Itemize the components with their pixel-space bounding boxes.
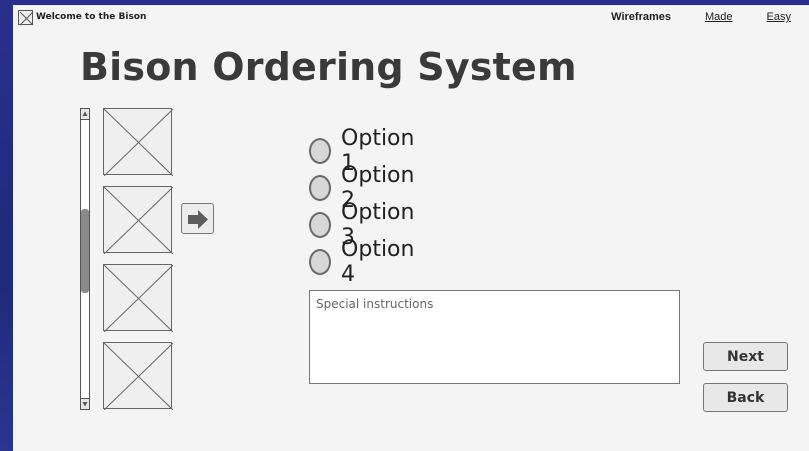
scroll-down-button[interactable] — [81, 398, 89, 409]
image-thumbnail[interactable] — [103, 342, 173, 410]
triangle-down-icon — [82, 402, 88, 407]
special-instructions-input[interactable]: Special instructions — [309, 290, 680, 384]
radio-option-2[interactable]: Option 2 — [309, 163, 418, 213]
image-thumbnail[interactable] — [103, 108, 173, 176]
radio-option-1[interactable]: Option 1 — [309, 126, 418, 176]
top-navigation: Wireframes Made Easy — [611, 11, 791, 23]
radio-button[interactable] — [309, 175, 332, 201]
image-thumbnail[interactable] — [103, 264, 173, 332]
image-thumbnail[interactable] — [103, 186, 173, 254]
image-placeholder-icon — [104, 109, 173, 176]
image-placeholder-icon — [104, 265, 173, 332]
radio-button[interactable] — [309, 138, 332, 164]
placeholder-image-icon — [18, 10, 34, 26]
radio-button[interactable] — [309, 249, 332, 275]
radio-option-4[interactable]: Option 4 — [309, 237, 418, 287]
next-button[interactable]: Next — [703, 342, 788, 371]
brand-label: Wireframes — [611, 11, 671, 23]
radio-option-3[interactable]: Option 3 — [309, 200, 418, 250]
app-window: Welcome to the Bison Wireframes Made Eas… — [13, 5, 809, 451]
scrollbar-thumb[interactable] — [81, 209, 89, 293]
image-placeholder-icon — [104, 187, 173, 254]
nav-link-easy[interactable]: Easy — [767, 11, 791, 23]
app-title: Welcome to the Bison — [36, 12, 147, 22]
scroll-up-button[interactable] — [81, 109, 89, 120]
page-title: Bison Ordering System — [80, 45, 577, 89]
triangle-up-icon — [82, 111, 88, 116]
special-instructions-placeholder: Special instructions — [316, 297, 434, 311]
radio-button[interactable] — [309, 212, 332, 238]
nav-link-made[interactable]: Made — [705, 11, 733, 23]
arrow-right-icon — [188, 210, 208, 229]
vertical-scrollbar[interactable] — [80, 108, 90, 410]
select-arrow-button[interactable] — [181, 203, 214, 234]
back-button[interactable]: Back — [703, 383, 788, 412]
image-placeholder-icon — [104, 343, 173, 410]
option-label: Option 4 — [341, 237, 415, 287]
